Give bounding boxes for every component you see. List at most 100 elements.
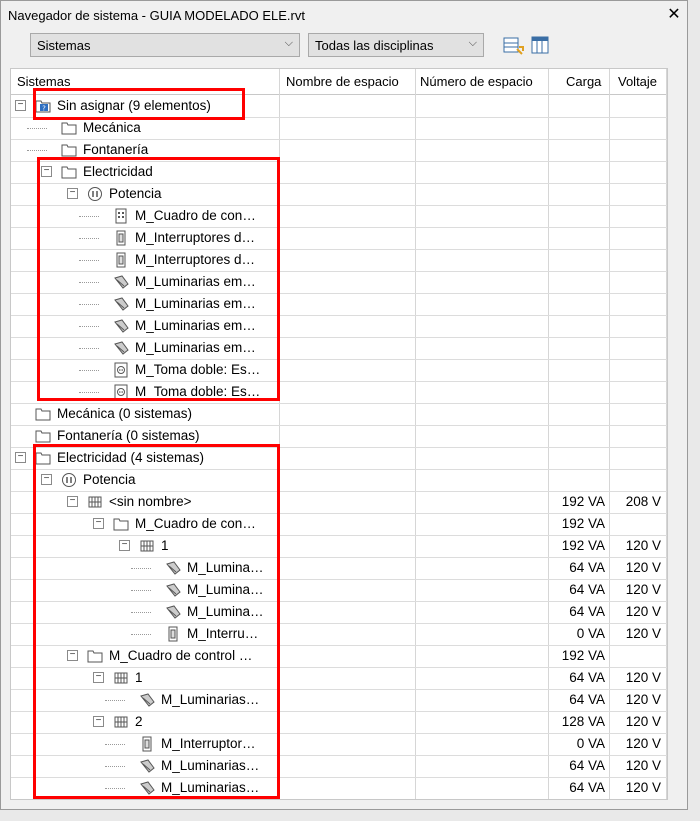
voltage-value: 120 V bbox=[625, 582, 661, 597]
tree-connector bbox=[79, 392, 99, 393]
autofit-columns-icon[interactable] bbox=[502, 34, 524, 56]
tree-row[interactable]: M_Interru… 0 VA 120 V bbox=[11, 623, 667, 646]
tree-connector bbox=[105, 744, 125, 745]
tree-row[interactable]: − 1 64 VA 120 V bbox=[11, 667, 667, 690]
row-label: M_Cuadro de con… bbox=[135, 516, 256, 531]
unassigned-folder-icon: ? bbox=[35, 98, 51, 114]
collapse-toggle-icon[interactable]: − bbox=[93, 672, 104, 683]
column-header-voltage[interactable]: Voltaje bbox=[618, 74, 657, 89]
systems-tree-grid[interactable]: Sistemas Nombre de espacio Número de esp… bbox=[10, 68, 668, 800]
column-header-space-number[interactable]: Número de espacio bbox=[420, 74, 533, 89]
row-label: M_Luminarias… bbox=[161, 780, 260, 795]
row-label: Electricidad bbox=[83, 164, 153, 179]
tree-row[interactable]: − Electricidad (4 sistemas) bbox=[11, 447, 667, 470]
tree-connector bbox=[79, 216, 99, 217]
tree-connector bbox=[79, 238, 99, 239]
tree-row[interactable]: M_Lumina… 64 VA 120 V bbox=[11, 601, 667, 624]
tree-row[interactable]: M_Luminarias… 64 VA 120 V bbox=[11, 689, 667, 712]
circuit-icon bbox=[113, 714, 129, 730]
tree-connector bbox=[105, 700, 125, 701]
tree-row[interactable]: Mecánica bbox=[11, 117, 667, 140]
collapse-toggle-icon[interactable]: − bbox=[67, 188, 78, 199]
tree-connector bbox=[105, 788, 125, 789]
chevron-down-icon: ⌵ bbox=[284, 37, 293, 49]
tree-row[interactable]: M_Luminarias em… bbox=[11, 271, 667, 294]
tree-connector bbox=[79, 304, 99, 305]
column-settings-icon[interactable] bbox=[530, 34, 552, 56]
tree-row[interactable]: M_Lumina… 64 VA 120 V bbox=[11, 557, 667, 580]
tree-row[interactable]: − M_Cuadro de con… 192 VA bbox=[11, 513, 667, 536]
tree-row[interactable]: M_Lumina… 64 VA 120 V bbox=[11, 579, 667, 602]
collapse-toggle-icon[interactable]: − bbox=[15, 452, 26, 463]
folder-icon bbox=[61, 142, 77, 158]
voltage-value: 120 V bbox=[625, 714, 661, 729]
collapse-toggle-icon[interactable]: − bbox=[41, 166, 52, 177]
collapse-toggle-icon[interactable]: − bbox=[15, 100, 26, 111]
tree-row[interactable]: − <sin nombre> 192 VA 208 V bbox=[11, 491, 667, 514]
tree-connector bbox=[79, 370, 99, 371]
power-system-icon bbox=[61, 472, 77, 488]
row-label: M_Cuadro de control … bbox=[109, 648, 253, 663]
close-icon[interactable]: ✕ bbox=[663, 4, 685, 26]
row-label: Electricidad (4 sistemas) bbox=[57, 450, 205, 465]
row-label: M_Lumina… bbox=[187, 560, 264, 575]
view-select-value: Sistemas bbox=[37, 38, 91, 53]
tree-row[interactable]: M_Cuadro de con… bbox=[11, 205, 667, 228]
collapse-toggle-icon[interactable]: − bbox=[67, 496, 78, 507]
collapse-toggle-icon[interactable]: − bbox=[119, 540, 130, 551]
tree-row[interactable]: − Potencia bbox=[11, 183, 667, 206]
column-header-space-name[interactable]: Nombre de espacio bbox=[286, 74, 399, 89]
switch-icon bbox=[165, 626, 181, 642]
folder-icon bbox=[61, 120, 77, 136]
chevron-down-icon: ⌵ bbox=[468, 37, 477, 49]
tree-row[interactable]: Fontanería bbox=[11, 139, 667, 162]
collapse-toggle-icon[interactable]: − bbox=[93, 716, 104, 727]
tree-row[interactable]: − Electricidad bbox=[11, 161, 667, 184]
tree-row[interactable]: M_Interruptores d… bbox=[11, 227, 667, 250]
tree-row[interactable]: M_Luminarias em… bbox=[11, 315, 667, 338]
tree-row[interactable]: − M_Cuadro de control … 192 VA bbox=[11, 645, 667, 668]
tree-connector bbox=[79, 326, 99, 327]
tree-row[interactable]: M_Luminarias… 64 VA 120 V bbox=[11, 755, 667, 778]
row-label: M_Luminarias… bbox=[161, 758, 260, 773]
view-select[interactable]: Sistemas ⌵ bbox=[30, 33, 300, 57]
light-fixture-icon bbox=[113, 318, 129, 334]
tree-connector bbox=[131, 568, 151, 569]
tree-row[interactable]: Mecánica (0 sistemas) bbox=[11, 403, 667, 426]
collapse-toggle-icon[interactable]: − bbox=[93, 518, 104, 529]
tree-row[interactable]: −? Sin asignar (9 elementos) bbox=[11, 95, 667, 118]
tree-row[interactable]: − 2 128 VA 120 V bbox=[11, 711, 667, 734]
tree-row[interactable]: M_Interruptor… 0 VA 120 V bbox=[11, 733, 667, 756]
tree-connector bbox=[27, 150, 47, 151]
tree-connector bbox=[79, 282, 99, 283]
row-label: 2 bbox=[135, 714, 143, 729]
row-label: M_Luminarias em… bbox=[135, 318, 256, 333]
row-label: <sin nombre> bbox=[109, 494, 192, 509]
tree-row[interactable]: Fontanería (0 sistemas) bbox=[11, 425, 667, 448]
discipline-select[interactable]: Todas las disciplinas ⌵ bbox=[308, 33, 484, 57]
tree-row[interactable]: M_Luminarias em… bbox=[11, 337, 667, 360]
row-label: 1 bbox=[161, 538, 169, 553]
light-fixture-icon bbox=[165, 604, 181, 620]
load-value: 192 VA bbox=[561, 538, 605, 553]
row-label: M_Cuadro de con… bbox=[135, 208, 256, 223]
collapse-toggle-icon[interactable]: − bbox=[67, 650, 78, 661]
tree-row[interactable]: M_Toma doble: Es… bbox=[11, 381, 667, 404]
column-header-load[interactable]: Carga bbox=[566, 74, 601, 89]
collapse-toggle-icon[interactable]: − bbox=[41, 474, 52, 485]
circuit-icon bbox=[87, 494, 103, 510]
tree-row[interactable]: − Potencia bbox=[11, 469, 667, 492]
tree-row[interactable]: M_Luminarias em… bbox=[11, 293, 667, 316]
light-fixture-icon bbox=[139, 780, 155, 796]
tree-row[interactable]: M_Luminarias… 64 VA 120 V bbox=[11, 777, 667, 799]
tree-row[interactable]: M_Interruptores d… bbox=[11, 249, 667, 272]
row-label: Mecánica bbox=[83, 120, 141, 135]
tree-row[interactable]: − 1 192 VA 120 V bbox=[11, 535, 667, 558]
load-value: 128 VA bbox=[561, 714, 605, 729]
row-label: M_Lumina… bbox=[187, 604, 264, 619]
tree-row[interactable]: M_Toma doble: Es… bbox=[11, 359, 667, 382]
column-header-systems[interactable]: Sistemas bbox=[17, 74, 70, 89]
window-title: Navegador de sistema - GUIA MODELADO ELE… bbox=[8, 8, 305, 23]
row-label: Potencia bbox=[109, 186, 162, 201]
light-fixture-icon bbox=[165, 582, 181, 598]
